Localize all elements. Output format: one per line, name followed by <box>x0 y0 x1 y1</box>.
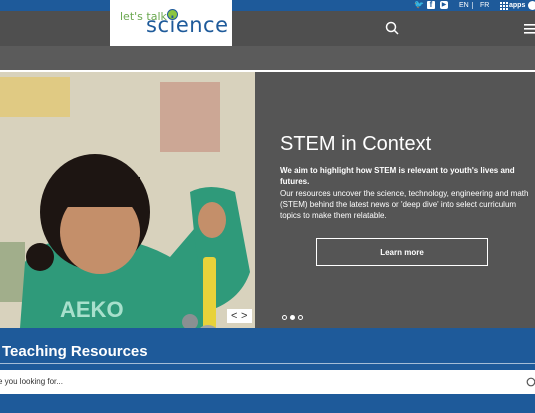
teaching-resources-heading: Teaching Resources <box>2 343 148 360</box>
account-icon[interactable] <box>528 1 535 10</box>
utility-bar: 🐦 f ▶ EN FR apps <box>0 0 535 11</box>
hero-title: STEM in Context <box>280 133 432 155</box>
section-divider <box>0 363 535 364</box>
learn-more-button[interactable]: Learn more <box>316 238 488 266</box>
facebook-icon[interactable]: f <box>427 1 435 9</box>
carousel-dot-1[interactable] <box>282 315 287 320</box>
lang-divider <box>472 2 473 9</box>
bottom-band <box>0 396 535 413</box>
lang-fr-link[interactable]: FR <box>480 1 489 10</box>
lang-en-link[interactable]: EN <box>459 1 469 10</box>
logo-wordmark: science <box>146 13 229 37</box>
apps-link[interactable]: apps <box>509 1 525 10</box>
carousel-arrows: < > <box>227 309 252 323</box>
site-header <box>0 11 535 46</box>
youtube-icon[interactable]: ▶ <box>440 1 448 9</box>
carousel-dot-3[interactable] <box>298 315 303 320</box>
secondary-nav-bar <box>0 46 535 70</box>
carousel-dot-2-active[interactable] <box>290 315 295 320</box>
resources-search-placeholder: e you looking for... <box>0 377 63 386</box>
apps-grid-icon[interactable] <box>500 2 508 10</box>
resources-search-input[interactable] <box>0 370 535 394</box>
hero-photo-child-with-toy: AEKO <box>0 72 255 328</box>
search-icon[interactable] <box>385 21 399 35</box>
search-submit-icon[interactable] <box>526 377 535 387</box>
prev-slide-button[interactable]: < <box>231 309 237 323</box>
hero-lead: We aim to highlight how STEM is relevant… <box>280 166 515 186</box>
svg-text:AEKO: AEKO <box>60 297 124 322</box>
site-logo[interactable]: let's talk science <box>110 0 232 46</box>
twitter-icon[interactable]: 🐦 <box>414 1 424 9</box>
hero-body: Our resources uncover the science, techn… <box>280 189 529 220</box>
menu-icon[interactable] <box>524 23 535 34</box>
next-slide-button[interactable]: > <box>241 309 247 323</box>
